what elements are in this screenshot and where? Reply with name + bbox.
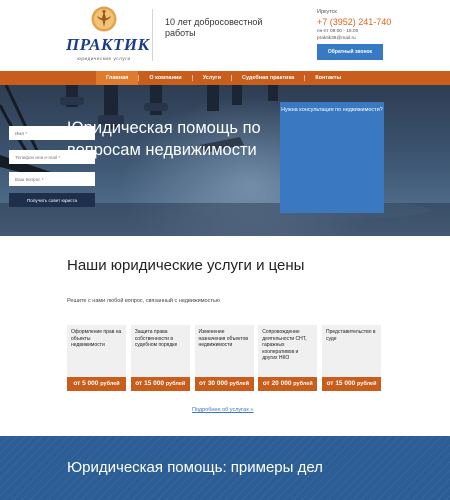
get-advice-button[interactable]: Получить совет юриста	[9, 193, 95, 207]
service-card[interactable]: Защита права собственности в судебном по…	[130, 325, 190, 391]
question-input[interactable]	[9, 172, 95, 186]
service-price: от 15 000 рублей	[322, 377, 381, 391]
work-hours: пн-пт 09:00 - 18:00	[317, 29, 359, 34]
services-subtitle: Решите с нами любой вопрос, связанный с …	[67, 298, 220, 304]
logo[interactable]: ПРАКТИК юридические услуги	[66, 6, 150, 66]
price-prefix: от	[262, 380, 270, 387]
service-card[interactable]: Сопровождение деятельности СНТ, гаражных…	[258, 325, 318, 391]
case-examples-title: Юридическая помощь: примеры дел	[67, 459, 323, 476]
contacts-block: Иркутск +7 (3952) 241-740 пн-пт 09:00 - …	[317, 9, 427, 42]
service-name: Представительство в суде	[326, 329, 376, 342]
email-address[interactable]: praktik38@mail.ru	[317, 35, 427, 42]
service-card[interactable]: Изменение назначения объектов недвижимос…	[194, 325, 254, 391]
price-currency: рублей	[293, 381, 313, 387]
service-price: от 20 000 рублей	[258, 377, 318, 391]
logo-subtitle: юридические услуги	[77, 56, 131, 61]
service-card[interactable]: Представительство в суде от 15 000 рубле…	[322, 325, 381, 391]
nav-item-about[interactable]: О компании	[139, 71, 191, 85]
header-divider	[152, 9, 153, 61]
service-price: от 15 000 рублей	[130, 377, 190, 391]
name-input[interactable]	[9, 126, 95, 140]
case-examples-section: Юридическая помощь: примеры дел	[0, 436, 450, 500]
price-value: 5 000	[82, 380, 99, 387]
hero-title: Юридическая помощь по вопросам недвижимо…	[67, 119, 261, 159]
nav-item-contacts[interactable]: Контакты	[305, 71, 351, 85]
service-name: Оформление прав на объекты недвижимости	[71, 329, 122, 348]
more-services-link[interactable]: Подробнее об услугах »	[192, 407, 253, 413]
main-nav: Главная О компании Услуги Судебная практ…	[0, 71, 450, 85]
callback-button[interactable]: Обратный звонок	[317, 44, 383, 60]
price-prefix: от	[199, 380, 206, 387]
logo-text: ПРАКТИК	[66, 35, 150, 54]
logo-emblem-icon	[91, 6, 117, 32]
price-value: 30 000	[207, 380, 228, 387]
site-header: ПРАКТИК юридические услуги 10 лет доброс…	[0, 0, 450, 71]
price-prefix: от	[135, 380, 143, 387]
price-currency: рублей	[100, 381, 120, 387]
consultation-title: Нужна консультация по недвижимости?	[281, 107, 383, 113]
price-value: 15 000	[335, 380, 356, 387]
service-price: от 30 000 рублей	[194, 377, 254, 391]
price-currency: рублей	[229, 381, 249, 387]
price-prefix: от	[73, 380, 81, 387]
nav-items: Главная О компании Услуги Судебная практ…	[96, 71, 351, 85]
services-title: Наши юридические услуги и цены	[67, 257, 305, 274]
nav-item-services[interactable]: Услуги	[193, 71, 231, 85]
nav-item-home[interactable]: Главная	[96, 71, 139, 85]
tagline: 10 лет добросовестной работы	[165, 17, 263, 38]
price-currency: рублей	[357, 381, 377, 387]
price-value: 20 000	[271, 380, 292, 387]
nav-item-court-practice[interactable]: Судебная практика	[232, 71, 304, 85]
city-label: Иркутск	[317, 9, 337, 15]
service-price: от 5 000 рублей	[67, 377, 126, 391]
service-name: Сопровождение деятельности СНТ, гаражных…	[262, 329, 307, 361]
contact-input[interactable]	[9, 150, 95, 164]
price-value: 15 000	[144, 380, 164, 387]
price-currency: рублей	[165, 381, 186, 387]
service-card[interactable]: Оформление прав на объекты недвижимости …	[67, 325, 126, 391]
service-name: Изменение назначения объектов недвижимос…	[198, 329, 249, 348]
service-cards: Оформление прав на объекты недвижимости …	[67, 325, 381, 391]
consultation-form: Нужна консультация по недвижимости?	[280, 102, 384, 213]
phone-number[interactable]: +7 (3952) 241-740	[317, 16, 427, 28]
service-name: Защита права собственности в судебном по…	[134, 329, 178, 348]
price-prefix: от	[326, 380, 334, 387]
